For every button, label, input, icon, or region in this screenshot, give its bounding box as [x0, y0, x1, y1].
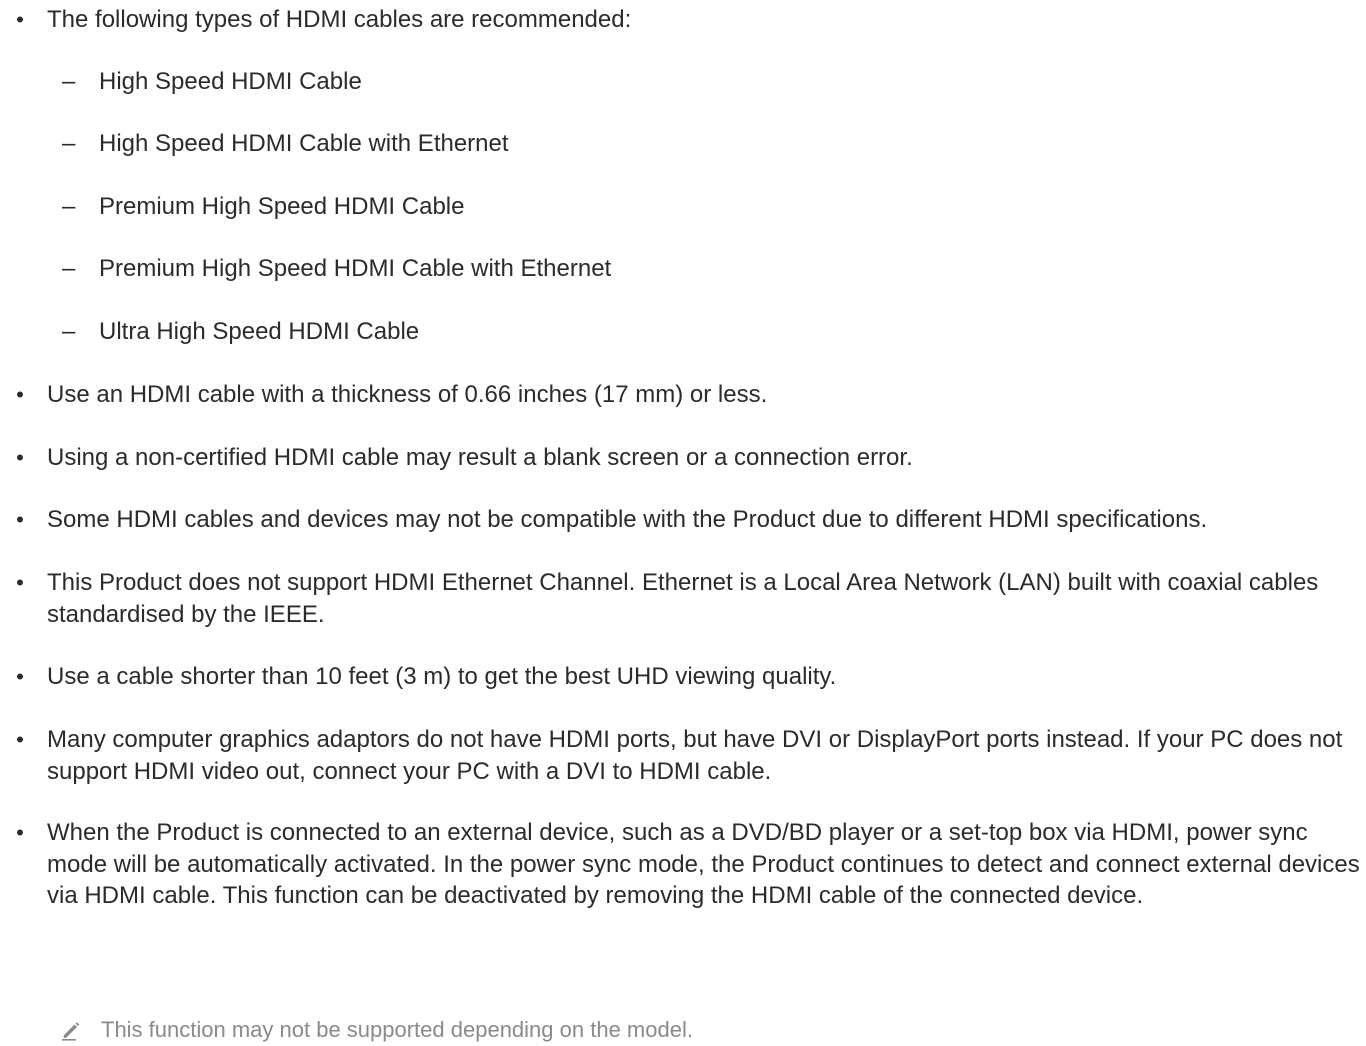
sub-list-item-text: High Speed HDMI Cable [99, 68, 362, 95]
list-item-text: The following types of HDMI cables are r… [47, 6, 632, 33]
bullet-marker: • [16, 382, 24, 407]
bullet-marker: • [16, 820, 24, 845]
list-item-text: Many computer graphics adaptors do not h… [47, 726, 1343, 785]
sub-list-item-text: Premium High Speed HDMI Cable [99, 193, 465, 220]
note-text: This function may not be supported depen… [101, 1017, 693, 1042]
sub-list-item-text: Premium High Speed HDMI Cable with Ether… [99, 255, 612, 282]
dash-marker: – [62, 68, 76, 95]
sub-list-item-text: High Speed HDMI Cable with Ethernet [99, 130, 509, 157]
list-item-text: Use an HDMI cable with a thickness of 0.… [47, 381, 768, 408]
bullet-marker: • [16, 7, 24, 32]
bullet-marker: • [16, 445, 24, 470]
list-item-text: This Product does not support HDMI Ether… [47, 569, 1319, 628]
bullet-marker: • [16, 664, 24, 689]
list-item-text: When the Product is connected to an exte… [47, 819, 1360, 909]
list-item-text: Some HDMI cables and devices may not be … [47, 506, 1208, 533]
dash-marker: – [62, 318, 76, 345]
list-item-text: Using a non-certified HDMI cable may res… [47, 444, 913, 471]
list-item-text: Use a cable shorter than 10 feet (3 m) t… [47, 663, 837, 690]
bullet-marker: • [16, 570, 24, 595]
dash-marker: – [62, 130, 76, 157]
pencil-icon [62, 1022, 80, 1041]
dash-marker: – [62, 193, 76, 220]
dash-marker: – [62, 255, 76, 282]
bullet-marker: • [16, 727, 24, 752]
note: This function may not be supported depen… [0, 1014, 1366, 1046]
sub-list-item-text: Ultra High Speed HDMI Cable [99, 318, 420, 345]
bullet-marker: • [16, 507, 24, 532]
